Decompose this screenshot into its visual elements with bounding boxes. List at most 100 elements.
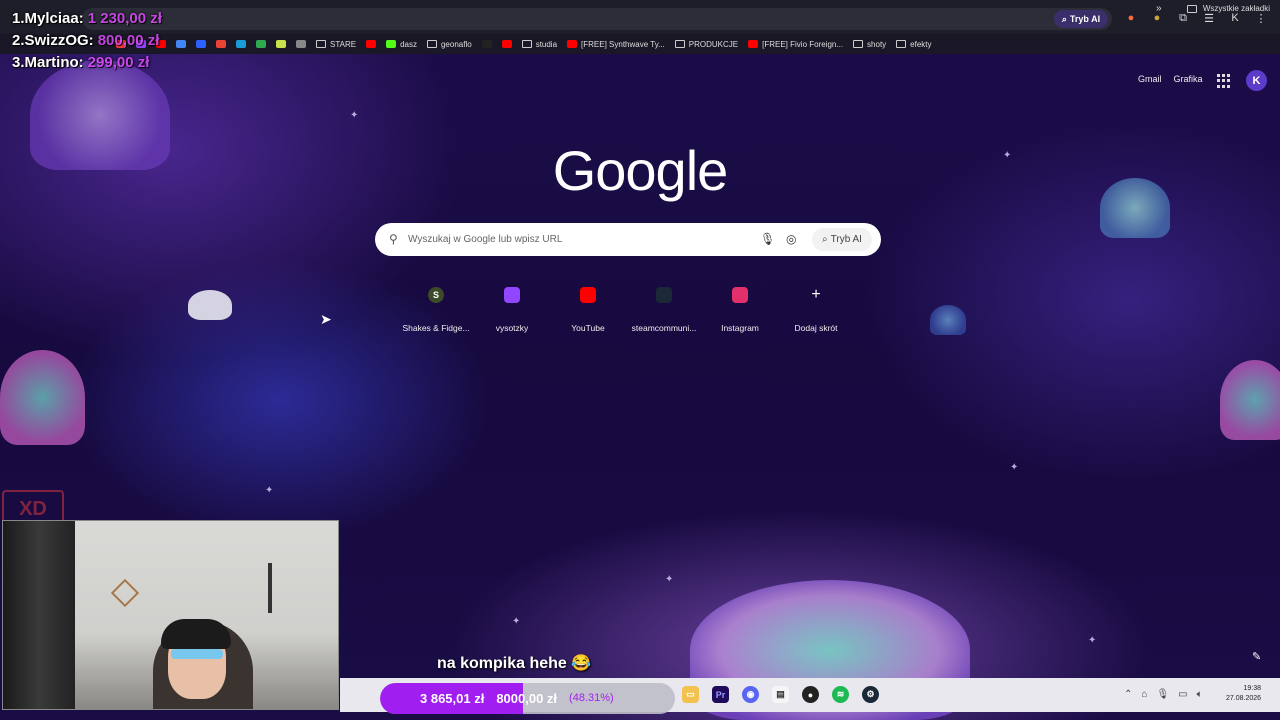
microphone-icon[interactable]: 🎙︎	[1156, 689, 1169, 700]
leaderboard-row: 2.SwizzOG: 800,00 zł	[12, 30, 162, 52]
bookmark-item[interactable]	[196, 40, 206, 48]
steam-icon[interactable]: ⚙	[862, 686, 879, 703]
bookmark-item[interactable]	[256, 40, 266, 48]
folder-icon	[316, 40, 326, 48]
webcam-feed	[2, 520, 339, 710]
streamer-cap	[161, 619, 231, 649]
shortcut-tile[interactable]: vysotzky	[474, 282, 550, 333]
bookmark-item[interactable]	[216, 40, 226, 48]
site-favicon-icon	[196, 40, 206, 48]
site-favicon-icon	[216, 40, 226, 48]
bookmark-item[interactable]	[236, 40, 246, 48]
shortcut-tile[interactable]: YouTube	[550, 282, 626, 333]
shortcut-tile[interactable]: steamcommuni...	[626, 282, 702, 333]
shortcut-tile[interactable]: Instagram	[702, 282, 778, 333]
gmail-link[interactable]: Gmail	[1138, 74, 1162, 84]
search-box[interactable]: ⚲ 🎙︎ ◎ ⌕ Tryb AI	[375, 223, 881, 256]
menu-icon[interactable]: ⋮	[1254, 11, 1268, 25]
address-bar[interactable]	[82, 8, 1112, 30]
jacket-background	[3, 521, 75, 709]
google-header-links: Gmail Grafika	[1138, 74, 1203, 84]
browser-toolbar: ⌕ Tryb AI ● ● ⧉ ☰ K ⋮	[0, 0, 1280, 34]
bookmarks-bar: STARE dasz geonaflo studia [FREE] Synthwave …	[0, 34, 1280, 54]
obs-icon[interactable]: ●	[802, 686, 819, 703]
bookmark-item[interactable]	[501, 40, 512, 48]
ai-mode-search-button[interactable]: ⌕ Tryb AI	[812, 228, 872, 251]
network-icon[interactable]: ⌂	[1141, 689, 1147, 700]
clock-date: 27.08.2026	[1226, 695, 1262, 702]
taskbar-clock[interactable]: 19:38 27.08.2026	[1226, 684, 1261, 704]
bookmark-item[interactable]	[481, 40, 492, 48]
folder-icon	[853, 40, 864, 48]
bookmark-folder[interactable]: efekty	[896, 40, 932, 49]
bookmark-item[interactable]	[296, 40, 306, 48]
jellyfish-decoration	[1220, 360, 1280, 440]
bookmark-label: geonaflo	[440, 39, 472, 49]
site-favicon-icon	[567, 40, 578, 48]
chevron-up-icon[interactable]: ⌃	[1124, 689, 1132, 700]
site-favicon-icon	[748, 40, 759, 48]
puzzle-extensions-icon[interactable]: ⧉	[1176, 11, 1190, 25]
account-avatar[interactable]: K	[1246, 70, 1267, 91]
streamer-glasses	[171, 649, 223, 659]
bookmark-item[interactable]	[366, 40, 377, 48]
more-bookmarks-chevron-icon[interactable]: »	[1156, 3, 1162, 14]
discord-icon[interactable]: ◉	[742, 686, 759, 703]
site-favicon-icon	[296, 40, 306, 48]
google-lens-icon[interactable]: ◎	[786, 232, 796, 246]
bookmark-label: [FREE] Fivio Foreign...	[762, 39, 844, 49]
sparkle-search-icon: ⌕	[1061, 13, 1067, 24]
shortcut-icon: S	[423, 282, 449, 308]
premiere-pro-icon[interactable]: Pr	[712, 686, 729, 703]
bookmark-item[interactable]	[276, 40, 286, 48]
extension-icon[interactable]: ●	[1124, 11, 1138, 25]
bookmark-folder[interactable]: geonaflo	[426, 39, 472, 49]
images-link[interactable]: Grafika	[1174, 74, 1203, 84]
shortcuts-grid: S Shakes & Fidge... vysotzky YouTube steamco…	[398, 282, 854, 333]
folder-icon	[426, 40, 437, 48]
customize-pencil-icon[interactable]: ✎	[1252, 650, 1261, 663]
shortcut-tile[interactable]: S Shakes & Fidge...	[398, 282, 474, 333]
taskbar-apps: ▭ Pr ◉ ▤ ● ≋ ⚙	[682, 686, 879, 703]
microphone-icon[interactable]: 🎙︎	[760, 232, 775, 246]
leaderboard-name: 3.Martino:	[12, 54, 84, 71]
site-favicon-icon	[256, 40, 266, 48]
bookmark-folder[interactable]: shoty	[853, 40, 886, 49]
jellyfish-decoration	[30, 60, 170, 170]
google-apps-icon[interactable]	[1217, 74, 1231, 88]
site-favicon-icon	[481, 40, 492, 48]
leaderboard-amount: 800,00 zł	[97, 32, 160, 49]
shortcut-label: Dodaj skrót	[794, 323, 838, 333]
shortcut-label: vysotzky	[495, 323, 529, 333]
search-input[interactable]	[408, 231, 768, 248]
shortcut-icon	[651, 282, 677, 308]
bookmark-folder[interactable]: PRODUKCJE	[674, 40, 738, 49]
shortcut-icon	[727, 282, 753, 308]
shortcut-tile[interactable]: + Dodaj skrót	[778, 282, 854, 333]
all-bookmarks-button[interactable]: Wszystkie zakładki	[1186, 4, 1270, 13]
profile-icon[interactable]: K	[1228, 11, 1242, 25]
bookmark-item[interactable]: [FREE] Fivio Foreign...	[748, 40, 843, 49]
donation-goal-bar: 3 865,01 zł 8000,00 zł (48.31%)	[380, 683, 675, 714]
folder-icon	[674, 40, 685, 48]
shortcut-label: steamcommuni...	[631, 323, 697, 333]
google-logo: Google	[552, 139, 729, 202]
volume-icon[interactable]: 🔈︎	[1197, 689, 1203, 700]
bookmark-folder[interactable]: studia	[521, 40, 557, 49]
bookmark-item[interactable]	[176, 40, 186, 48]
notepad-icon[interactable]: ▤	[772, 686, 789, 703]
file-explorer-icon[interactable]: ▭	[682, 686, 699, 703]
spotify-icon[interactable]: ≋	[832, 686, 849, 703]
bookmark-folder[interactable]: STARE	[316, 40, 356, 49]
reading-list-icon[interactable]: ☰	[1202, 11, 1216, 25]
display-icon[interactable]: ▭	[1178, 689, 1187, 700]
shortcut-icon	[499, 282, 525, 308]
extension-icons: ● ● ⧉ ☰ K ⋮	[1124, 11, 1268, 25]
wall-decoration	[110, 578, 140, 608]
leaderboard-amount: 299,00 zł	[87, 54, 150, 71]
bookmark-item[interactable]: dasz	[386, 40, 417, 49]
site-favicon-icon	[366, 40, 377, 48]
bookmark-item[interactable]: [FREE] Synthwave Ty...	[567, 40, 665, 49]
surfer-decoration	[188, 290, 232, 320]
ai-mode-button[interactable]: ⌕ Tryb AI	[1054, 10, 1108, 28]
